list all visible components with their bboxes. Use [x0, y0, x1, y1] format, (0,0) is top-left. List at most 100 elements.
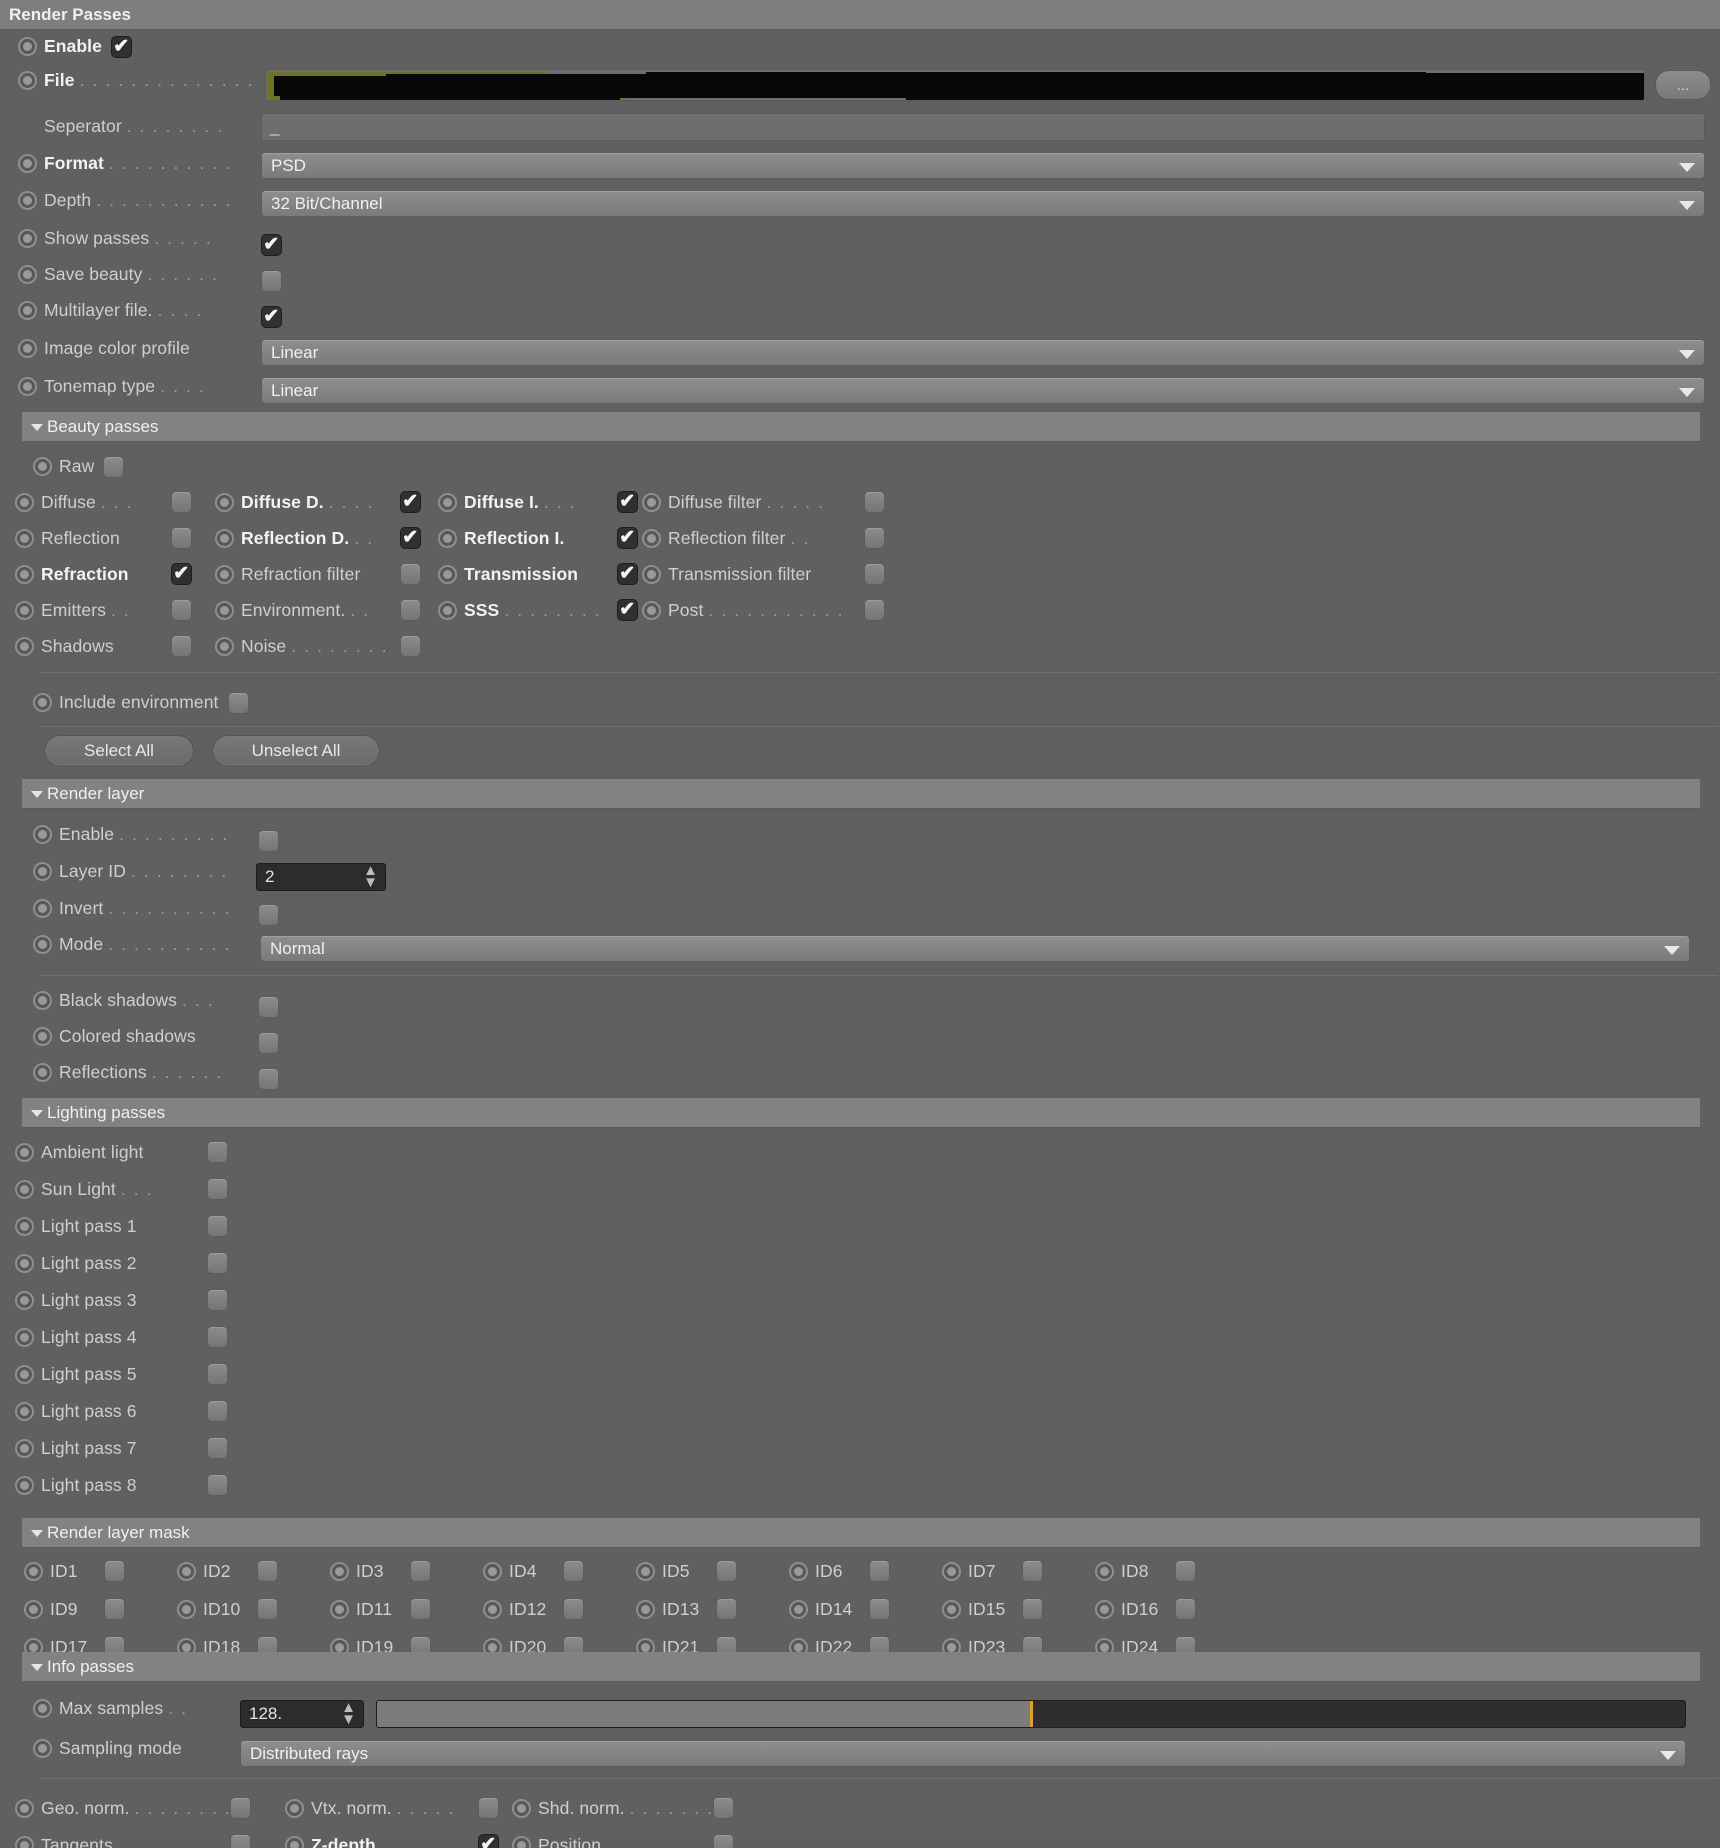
parameter-dot-icon[interactable] [15, 1401, 34, 1421]
parameter-dot-icon[interactable] [215, 492, 234, 512]
unselect-all-button[interactable]: Unselect All [212, 735, 380, 767]
row-raw[interactable]: Raw [15, 448, 125, 485]
parameter-dot-icon[interactable] [483, 1599, 502, 1619]
file-path-input[interactable] [265, 69, 1645, 101]
pass-toggle-row[interactable]: Light pass 8 [15, 1467, 515, 1503]
parameter-dot-icon[interactable] [438, 492, 457, 512]
parameter-dot-icon[interactable] [177, 1561, 196, 1581]
pass-checkbox[interactable] [207, 1141, 228, 1163]
parameter-dot-icon[interactable] [18, 265, 37, 284]
row-colored-shadows[interactable]: Colored shadows [15, 1018, 196, 1055]
pass-checkbox[interactable] [207, 1252, 228, 1274]
pass-toggle-row[interactable]: Shadows [15, 628, 192, 664]
parameter-dot-icon[interactable] [15, 492, 34, 512]
pass-toggle-row[interactable]: Refraction filter [215, 556, 421, 592]
pass-checkbox[interactable] [207, 1178, 228, 1200]
parameter-dot-icon[interactable] [33, 825, 52, 844]
mask-id-checkbox[interactable] [257, 1598, 278, 1620]
pass-toggle-row[interactable]: Light pass 3 [15, 1282, 515, 1318]
mask-id-checkbox[interactable] [716, 1598, 737, 1620]
pass-checkbox[interactable] [478, 1834, 499, 1848]
pass-checkbox[interactable] [713, 1797, 734, 1819]
pass-checkbox[interactable] [171, 527, 192, 549]
row-save-beauty[interactable]: Save beauty . . . . . . [0, 256, 1720, 293]
mask-id-toggle[interactable]: ID1 [24, 1552, 125, 1590]
pass-toggle-row[interactable]: Emitters. . [15, 592, 192, 628]
sampling-mode-dropdown[interactable]: Distributed rays [240, 1740, 1686, 1767]
mask-id-toggle[interactable]: ID7 [942, 1552, 1043, 1590]
pass-toggle-row[interactable]: Light pass 7 [15, 1430, 515, 1466]
mask-id-checkbox[interactable] [869, 1598, 890, 1620]
pass-checkbox[interactable] [400, 563, 421, 585]
parameter-dot-icon[interactable] [33, 991, 52, 1010]
mask-id-checkbox[interactable] [1022, 1598, 1043, 1620]
pass-checkbox[interactable] [400, 599, 421, 621]
seperator-input[interactable]: _ [261, 113, 1705, 141]
pass-toggle-row[interactable]: Diffuse D.. . . . [215, 484, 421, 520]
section-header-info-passes[interactable]: Info passes [22, 1652, 1700, 1682]
pass-toggle-row[interactable]: Post. . . . . . . . . . . [642, 592, 885, 628]
parameter-dot-icon[interactable] [215, 564, 234, 584]
pass-toggle-row[interactable]: Geo. norm.. . . . . . . . [15, 1790, 251, 1826]
pass-checkbox[interactable] [171, 599, 192, 621]
parameter-dot-icon[interactable] [24, 1599, 43, 1619]
parameter-dot-icon[interactable] [33, 1699, 52, 1718]
mask-id-checkbox[interactable] [563, 1560, 584, 1582]
mask-id-toggle[interactable]: ID16 [1095, 1590, 1196, 1628]
section-header-lighting-passes[interactable]: Lighting passes [22, 1098, 1700, 1128]
colored-shadows-checkbox[interactable] [258, 1032, 279, 1054]
parameter-dot-icon[interactable] [15, 564, 34, 584]
parameter-dot-icon[interactable] [330, 1599, 349, 1619]
pass-checkbox[interactable] [617, 527, 638, 549]
parameter-dot-icon[interactable] [789, 1561, 808, 1581]
mask-id-checkbox[interactable] [410, 1598, 431, 1620]
file-browse-button[interactable]: ... [1655, 70, 1711, 100]
pass-checkbox[interactable] [400, 635, 421, 657]
pass-checkbox[interactable] [230, 1834, 251, 1848]
parameter-dot-icon[interactable] [215, 636, 234, 656]
pass-toggle-row[interactable]: Reflection I. [438, 520, 638, 556]
parameter-dot-icon[interactable] [636, 1599, 655, 1619]
parameter-dot-icon[interactable] [942, 1599, 961, 1619]
render-layer-enable-checkbox[interactable] [258, 830, 279, 852]
image-color-profile-dropdown[interactable]: Linear [261, 339, 1705, 366]
parameter-dot-icon[interactable] [1095, 1599, 1114, 1619]
parameter-dot-icon[interactable] [512, 1835, 531, 1848]
pass-toggle-row[interactable]: Diffuse I.. . . [438, 484, 638, 520]
parameter-dot-icon[interactable] [15, 1142, 34, 1162]
pass-toggle-row[interactable]: Diffuse filter. . . . . [642, 484, 885, 520]
parameter-dot-icon[interactable] [330, 1561, 349, 1581]
pass-checkbox[interactable] [207, 1326, 228, 1348]
parameter-dot-icon[interactable] [438, 600, 457, 620]
mask-id-toggle[interactable]: ID11 [330, 1590, 431, 1628]
pass-toggle-row[interactable]: Sun Light. . . [15, 1171, 515, 1207]
multilayer-file-checkbox[interactable] [261, 306, 282, 328]
pass-toggle-row[interactable]: Light pass 4 [15, 1319, 515, 1355]
parameter-dot-icon[interactable] [642, 600, 661, 620]
section-header-render-layer-mask[interactable]: Render layer mask [22, 1518, 1700, 1548]
parameter-dot-icon[interactable] [215, 600, 234, 620]
pass-toggle-row[interactable]: Noise. . . . . . . . [215, 628, 421, 664]
parameter-dot-icon[interactable] [18, 191, 37, 210]
mask-id-toggle[interactable]: ID3 [330, 1552, 431, 1590]
mode-dropdown[interactable]: Normal [260, 935, 1690, 962]
parameter-dot-icon[interactable] [15, 1179, 34, 1199]
parameter-dot-icon[interactable] [33, 457, 52, 476]
pass-checkbox[interactable] [713, 1834, 734, 1848]
parameter-dot-icon[interactable] [483, 1561, 502, 1581]
pass-checkbox[interactable] [207, 1437, 228, 1459]
save-beauty-checkbox[interactable] [261, 270, 282, 292]
row-show-passes[interactable]: Show passes . . . . . [0, 220, 1720, 257]
pass-toggle-row[interactable]: Reflection [15, 520, 192, 556]
parameter-dot-icon[interactable] [15, 1438, 34, 1458]
pass-checkbox[interactable] [207, 1474, 228, 1496]
pass-toggle-row[interactable]: Tangents . . . . . . . . [15, 1827, 251, 1848]
parameter-dot-icon[interactable] [177, 1599, 196, 1619]
mask-id-toggle[interactable]: ID9 [24, 1590, 125, 1628]
pass-toggle-row[interactable]: Diffuse. . . [15, 484, 192, 520]
pass-checkbox[interactable] [864, 563, 885, 585]
mask-id-checkbox[interactable] [104, 1598, 125, 1620]
parameter-dot-icon[interactable] [15, 600, 34, 620]
parameter-dot-icon[interactable] [18, 301, 37, 320]
parameter-dot-icon[interactable] [15, 1475, 34, 1495]
